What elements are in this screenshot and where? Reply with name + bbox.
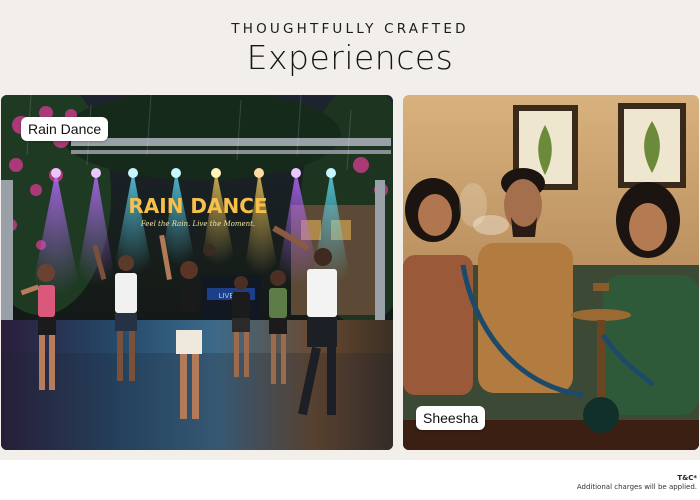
section-kicker: THOUGHTFULLY CRAFTED [231,21,469,37]
terms-note: Additional charges will be applied. [576,483,697,491]
terms-link[interactable]: T&C* [677,474,697,482]
scene-sign-tagline: Feel the Rain. Live the Moment. [140,220,255,228]
section-title: Experiences [246,38,454,77]
sheesha-image [403,95,699,450]
rain-dance-card[interactable]: RAIN DANCE Feel the Rain. Live the Momen… [1,95,393,450]
scene-sign-text: RAIN DANCE [128,194,267,218]
rain-dance-label: Rain Dance [21,117,109,141]
sheesha-label: Sheesha [416,406,486,430]
rain-dance-image: RAIN DANCE Feel the Rain. Live the Momen… [1,95,393,450]
sheesha-card[interactable]: Sheesha [403,95,699,450]
